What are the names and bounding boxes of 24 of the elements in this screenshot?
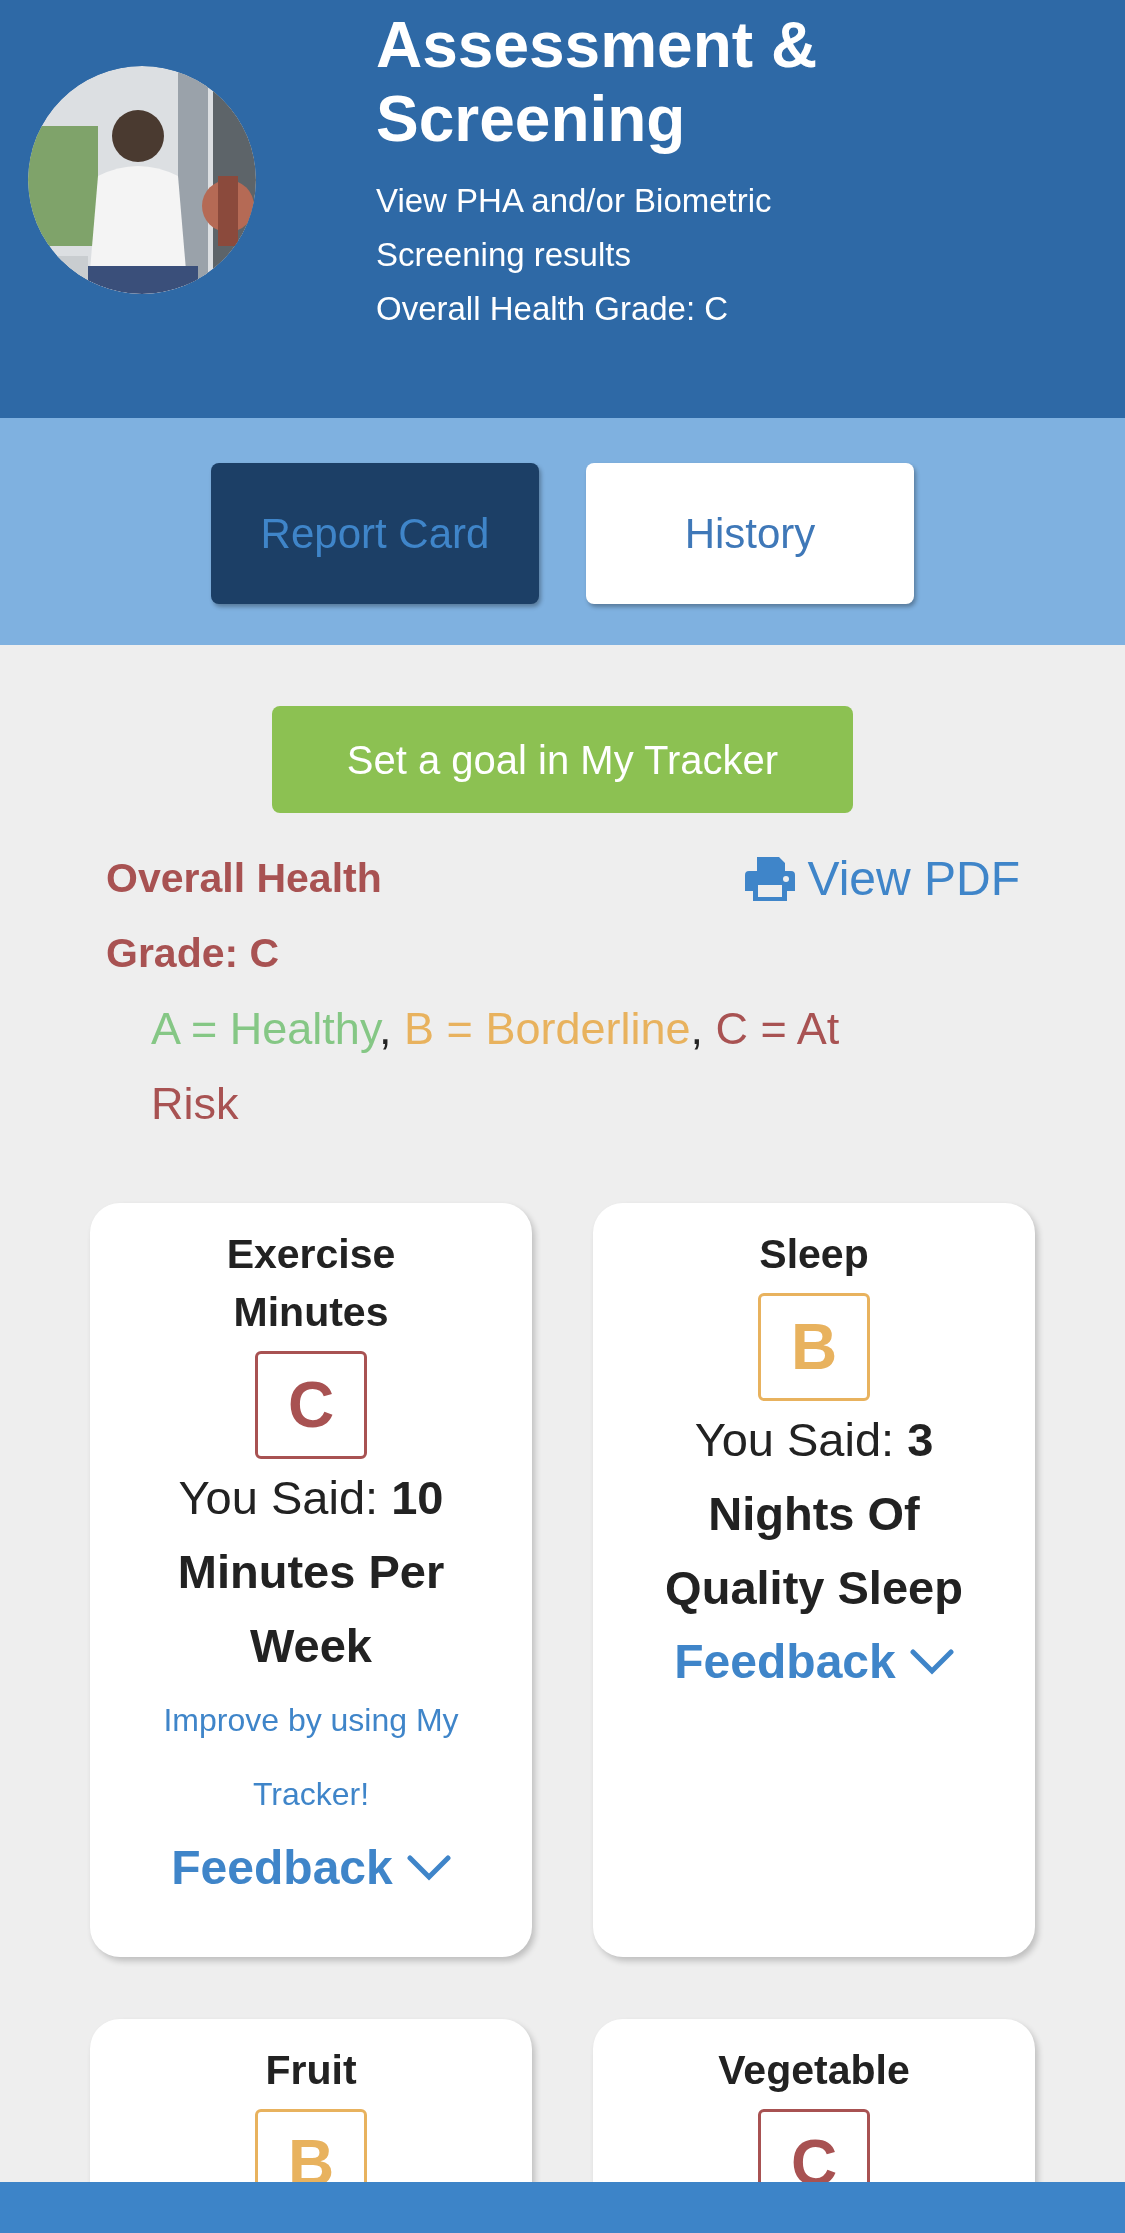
grade-badge: B xyxy=(758,1293,870,1401)
subtitle-line: Overall Health Grade: C xyxy=(376,289,730,329)
answer-text: You Said: 3 Nights Of Quality Sleep xyxy=(664,1412,964,1616)
page-title: Assessment & Screening xyxy=(376,8,819,156)
feedback-button[interactable]: Feedback xyxy=(674,1625,954,1699)
chevron-down-icon xyxy=(909,1649,954,1675)
grade-badge: C xyxy=(255,1351,367,1459)
card-title: Sleep xyxy=(759,1230,869,1279)
card-title: Vegetable xyxy=(718,2046,910,2095)
tab[interactable]: History xyxy=(586,463,914,604)
subtitle-line: View PHA and/or Biometric xyxy=(376,181,773,221)
tip-link[interactable]: Improve by using My Tracker! xyxy=(150,1683,472,1831)
answer-text: You Said: 10 Minutes Per Week xyxy=(176,1470,446,1674)
printer-icon xyxy=(745,854,796,903)
tab[interactable]: Report Card xyxy=(211,463,539,604)
grade-legend: A = Healthy, B = Borderline, C = At Risk xyxy=(0,991,1125,1141)
set-goal-button[interactable]: Set a goal in My Tracker xyxy=(272,706,853,813)
chevron-down-icon xyxy=(406,1855,451,1881)
overall-grade-heading: Overall Health Grade: C xyxy=(106,854,383,978)
card-title: Exercise Minutes xyxy=(225,1230,397,1337)
subtitle-line: Screening results xyxy=(376,235,632,275)
card-title: Fruit xyxy=(265,2046,357,2095)
view-pdf-link[interactable]: View PDF xyxy=(745,841,1020,916)
feedback-button[interactable]: Feedback xyxy=(171,1831,451,1905)
